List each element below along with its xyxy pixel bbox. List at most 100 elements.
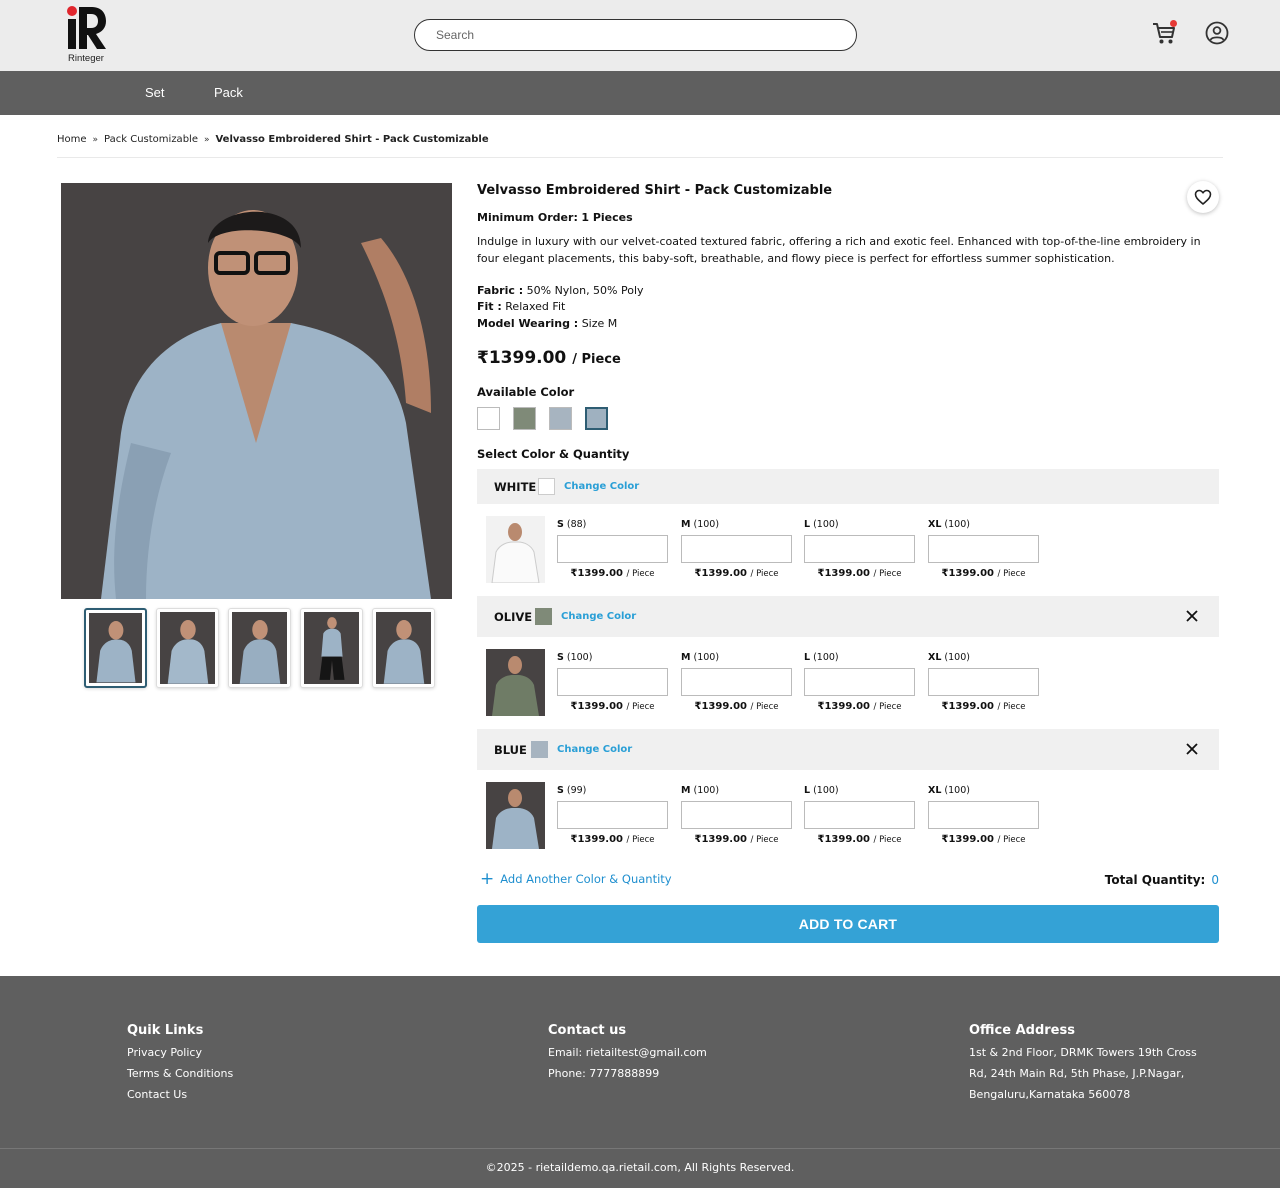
- size-price-unit: / Piece: [626, 569, 655, 579]
- quantity-input-xl[interactable]: [928, 668, 1039, 696]
- color-chip: [535, 608, 552, 625]
- thumbnail[interactable]: [300, 608, 363, 688]
- footer-link-terms[interactable]: Terms & Conditions: [127, 1063, 233, 1084]
- breadcrumb-current: Velvasso Embroidered Shirt - Pack Custom…: [215, 134, 489, 145]
- add-to-cart-button[interactable]: ADD TO CART: [477, 905, 1219, 943]
- size-s-cell: S (100) ₹1399.00 / Piece: [557, 652, 668, 712]
- quantity-input-xl[interactable]: [928, 801, 1039, 829]
- spec-model-wearing: Model Wearing : Size M: [477, 317, 617, 330]
- price-unit: / Piece: [572, 352, 621, 367]
- color-block-header-olive: OLIVE Change Color: [477, 596, 1219, 637]
- copyright-text: ©2025 - rietaildemo.qa.rietail.com, All …: [485, 1161, 795, 1174]
- close-icon[interactable]: [1185, 609, 1199, 623]
- select-color-quantity-label: Select Color & Quantity: [477, 447, 630, 461]
- total-quantity-value: 0: [1211, 873, 1219, 887]
- color-name: WHITE: [494, 480, 537, 494]
- plus-icon: +: [480, 869, 495, 889]
- spec-label: Fabric :: [477, 284, 524, 297]
- quantity-input-l[interactable]: [804, 668, 915, 696]
- color-name: OLIVE: [494, 610, 533, 624]
- size-m-cell: M (100) ₹1399.00 / Piece: [681, 785, 792, 845]
- swatch-light-blue[interactable]: [585, 407, 608, 430]
- quantity-input-s[interactable]: [557, 801, 668, 829]
- quantity-input-m[interactable]: [681, 801, 792, 829]
- color-block-sizes-olive: S (100) ₹1399.00 / Piece M (100) ₹1399.00 …: [477, 637, 1219, 729]
- color-block-sizes-blue: S (99) ₹1399.00 / Piece M (100) ₹1399.00 /…: [477, 770, 1219, 862]
- quantity-input-xl[interactable]: [928, 535, 1039, 563]
- size-price-unit: / Piece: [626, 835, 655, 845]
- thumbnail[interactable]: [156, 608, 219, 688]
- wishlist-button[interactable]: [1187, 181, 1219, 213]
- spec-label: Fit :: [477, 300, 502, 313]
- change-color-link[interactable]: Change Color: [561, 611, 636, 622]
- size-price-unit: / Piece: [626, 702, 655, 712]
- footer-link-contact[interactable]: Contact Us: [127, 1084, 233, 1105]
- site-footer: Quik Links Privacy Policy Terms & Condit…: [0, 976, 1280, 1188]
- size-stock: (100): [813, 519, 839, 530]
- thumbnail[interactable]: [228, 608, 291, 688]
- swatch-white[interactable]: [477, 407, 500, 430]
- main-nav: Set Pack: [0, 71, 1280, 115]
- address-line: 1st & 2nd Floor, DRMK Towers 19th Cross: [969, 1046, 1197, 1059]
- min-order-label: Minimum Order:: [477, 211, 578, 224]
- size-xl-cell: XL (100) ₹1399.00 / Piece: [928, 785, 1039, 845]
- size-label: S: [557, 652, 564, 663]
- heart-icon: [1194, 189, 1212, 205]
- size-stock: (100): [813, 785, 839, 796]
- add-another-color-button[interactable]: + Add Another Color & Quantity: [480, 869, 672, 889]
- swatch-blue[interactable]: [549, 407, 572, 430]
- breadcrumb-category[interactable]: Pack Customizable: [104, 134, 198, 145]
- nav-item-set[interactable]: Set: [145, 85, 165, 100]
- size-price: ₹1399.00: [817, 834, 871, 845]
- size-stock: (100): [944, 519, 970, 530]
- breadcrumb-home[interactable]: Home: [57, 134, 87, 145]
- spec-fit: Fit : Relaxed Fit: [477, 300, 565, 313]
- quantity-input-s[interactable]: [557, 535, 668, 563]
- size-price: ₹1399.00: [570, 701, 624, 712]
- thumbnail-photo: [232, 612, 287, 684]
- address-line: Rd, 24th Main Rd, 5th Phase, J.P.Nagar,: [969, 1067, 1185, 1080]
- spec-fabric: Fabric : 50% Nylon, 50% Poly: [477, 284, 644, 297]
- site-header: Rinteger: [0, 0, 1280, 71]
- size-label: L: [804, 785, 811, 796]
- size-price-unit: / Piece: [873, 835, 902, 845]
- quantity-input-m[interactable]: [681, 535, 792, 563]
- footer-email[interactable]: Email: rietailtest@gmail.com: [548, 1042, 707, 1063]
- brand-logo[interactable]: Rinteger: [63, 5, 109, 65]
- quantity-input-l[interactable]: [804, 535, 915, 563]
- quantity-input-l[interactable]: [804, 801, 915, 829]
- size-price-unit: / Piece: [750, 569, 779, 579]
- address-line: Bengaluru,Karnataka 560078: [969, 1088, 1131, 1101]
- product-main-image[interactable]: [61, 183, 452, 599]
- logo-text: Rinteger: [68, 53, 104, 64]
- footer-address: Office Address 1st & 2nd Floor, DRMK Tow…: [969, 1023, 1197, 1105]
- thumbnail[interactable]: [84, 608, 147, 688]
- cart-button[interactable]: [1151, 20, 1177, 46]
- quantity-input-s[interactable]: [557, 668, 668, 696]
- size-price: ₹1399.00: [694, 568, 748, 579]
- size-price: ₹1399.00: [694, 834, 748, 845]
- change-color-link[interactable]: Change Color: [557, 744, 632, 755]
- size-label: S: [557, 785, 564, 796]
- available-color-label: Available Color: [477, 385, 575, 399]
- quantity-input-m[interactable]: [681, 668, 792, 696]
- swatch-olive[interactable]: [513, 407, 536, 430]
- thumbnail[interactable]: [372, 608, 435, 688]
- change-color-link[interactable]: Change Color: [564, 481, 639, 492]
- color-block-header-white: WHITE Change Color: [477, 469, 1219, 504]
- total-quantity-label: Total Quantity:: [1104, 873, 1206, 887]
- footer-phone[interactable]: Phone: 7777888899: [548, 1063, 707, 1084]
- footer-link-privacy[interactable]: Privacy Policy: [127, 1042, 233, 1063]
- breadcrumb-separator: »: [92, 134, 99, 145]
- size-m-cell: M (100) ₹1399.00 / Piece: [681, 519, 792, 579]
- size-price-unit: / Piece: [750, 835, 779, 845]
- size-price-unit: / Piece: [873, 569, 902, 579]
- footer-quick-links: Quik Links Privacy Policy Terms & Condit…: [127, 1023, 233, 1105]
- search-input[interactable]: [414, 19, 857, 51]
- nav-item-pack[interactable]: Pack: [214, 85, 243, 100]
- size-m-cell: M (100) ₹1399.00 / Piece: [681, 652, 792, 712]
- color-name: BLUE: [494, 743, 527, 757]
- size-price: ₹1399.00: [941, 834, 995, 845]
- close-icon[interactable]: [1185, 742, 1199, 756]
- account-button[interactable]: [1205, 21, 1229, 45]
